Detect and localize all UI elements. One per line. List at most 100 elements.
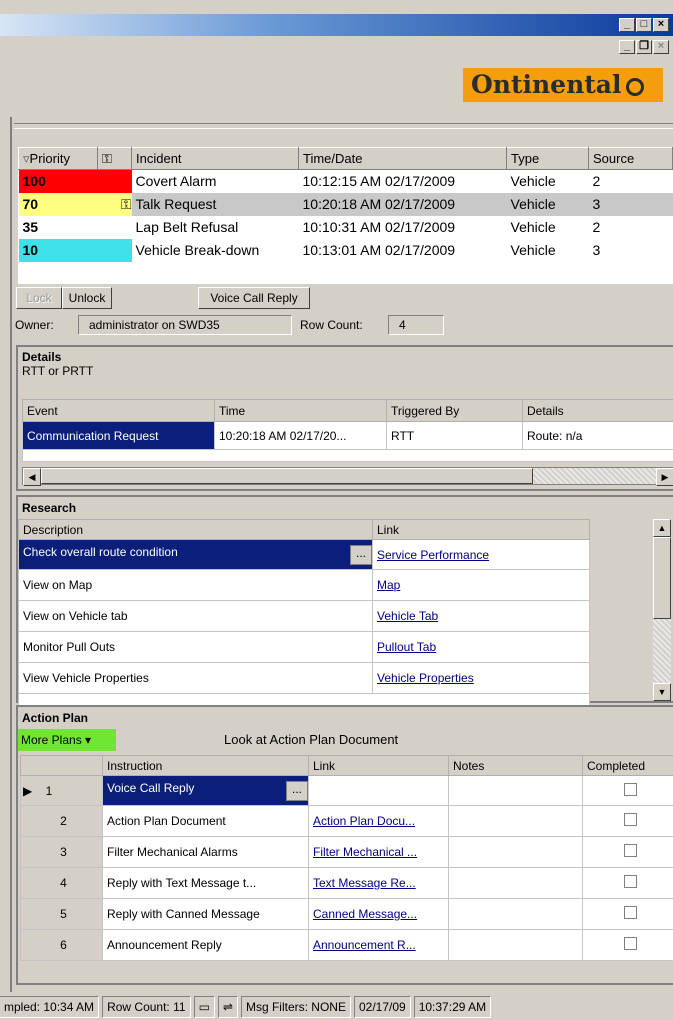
table-row[interactable]: 4 Reply with Text Message t... Text Mess… (20, 867, 673, 899)
empty-area (22, 449, 673, 462)
bus-icon: ▭ (193, 996, 215, 1018)
completed-checkbox[interactable] (624, 875, 637, 888)
splitter[interactable] (14, 123, 673, 129)
link-cell[interactable]: Text Message Re... (308, 867, 449, 899)
completed-checkbox[interactable] (624, 782, 637, 796)
time-cell: 10:12:15 AM 02/17/2009 (302, 173, 456, 190)
status-bar: mpled: 10:34 AM Row Count: 11 ▭ ⇌ Msg Fi… (0, 996, 673, 1020)
notes-cell[interactable] (448, 929, 583, 961)
key-icon: ⚿ (102, 150, 112, 166)
table-row[interactable]: 6 Announcement Reply Announcement R... (20, 929, 673, 961)
table-row[interactable]: ▶ 1 Voice Call Reply... (20, 775, 673, 806)
table-row[interactable]: 3 Filter Mechanical Alarms Filter Mechan… (20, 836, 673, 868)
lock-button[interactable]: Lock (16, 287, 62, 309)
col-notes[interactable]: Notes (448, 755, 583, 776)
scroll-right-icon[interactable]: ▶ (656, 468, 673, 486)
link-cell[interactable] (308, 775, 449, 806)
col-description[interactable]: Description (18, 519, 373, 540)
row-count-label: Row Count: (300, 318, 363, 332)
status-time: 10:37:29 AM (413, 996, 492, 1018)
table-row[interactable]: View Vehicle Properties Vehicle Properti… (18, 662, 590, 694)
table-row[interactable]: Check overall route condition... Service… (18, 539, 590, 570)
table-row[interactable]: 70 ⚿ Talk Request 10:20:18 AM 02/17/2009… (18, 192, 673, 216)
col-time[interactable]: Time (214, 399, 387, 422)
notes-cell[interactable] (448, 836, 583, 868)
time-cell: 10:20:18 AM 02/17/2009 (298, 192, 507, 216)
scroll-down-icon[interactable]: ▼ (653, 683, 671, 701)
col-triggered-by[interactable]: Triggered By (386, 399, 523, 422)
status-row-count: Row Count: 11 (102, 996, 191, 1018)
link-cell[interactable]: Action Plan Docu... (308, 805, 449, 837)
key-icon: ⚿ (97, 192, 132, 216)
vertical-scrollbar[interactable]: ▲ ▼ (653, 519, 671, 701)
maximize-button[interactable]: □ (636, 18, 652, 32)
link-cell[interactable]: Service Performance (372, 539, 590, 570)
voice-call-reply-button[interactable]: Voice Call Reply (198, 287, 310, 309)
scroll-thumb[interactable] (653, 537, 671, 619)
research-panel: Research Description Link Check overall … (16, 495, 673, 714)
empty-area (19, 262, 673, 284)
triggered-cell: RTT (386, 421, 523, 450)
table-row[interactable]: 35 Lap Belt Refusal 10:10:31 AM 02/17/20… (19, 216, 673, 239)
col-link[interactable]: Link (308, 755, 449, 776)
ellipsis-button[interactable]: ... (350, 544, 372, 565)
unlock-button[interactable]: Unlock (62, 287, 112, 309)
row-number: 5 (20, 898, 103, 930)
source-cell: 2 (592, 219, 601, 235)
completed-checkbox[interactable] (624, 844, 637, 857)
col-completed[interactable]: Completed (582, 755, 673, 776)
mdi-close-button[interactable]: × (653, 40, 669, 54)
table-row[interactable]: 10 Vehicle Break-down 10:13:01 AM 02/17/… (18, 238, 673, 262)
table-row[interactable]: View on Vehicle tab Vehicle Tab (18, 600, 590, 632)
table-row[interactable]: 100 Covert Alarm 10:12:15 AM 02/17/2009 … (18, 169, 673, 193)
table-row[interactable]: Communication Request 10:20:18 AM 02/17/… (22, 421, 673, 450)
table-row[interactable]: View on Map Map (18, 569, 590, 601)
mdi-restore-button[interactable]: ❐ (636, 40, 652, 54)
more-plans-button[interactable]: More Plans ▾ (18, 729, 116, 751)
link-cell[interactable]: Map (372, 569, 590, 601)
link-cell[interactable]: Filter Mechanical ... (308, 836, 449, 868)
link-cell[interactable]: Announcement R... (308, 929, 449, 961)
link-cell[interactable]: Canned Message... (308, 898, 449, 930)
completed-checkbox[interactable] (624, 813, 637, 826)
completed-checkbox[interactable] (624, 937, 637, 950)
incident-cell: Covert Alarm (135, 173, 217, 190)
link-cell[interactable]: Vehicle Tab (372, 600, 590, 632)
link-cell[interactable]: Pullout Tab (372, 631, 590, 663)
event-cell: Communication Request (22, 421, 215, 450)
window-controls: _ □ × (619, 18, 669, 32)
table-row[interactable]: 5 Reply with Canned Message Canned Messa… (20, 898, 673, 930)
col-source[interactable]: Source (588, 147, 673, 170)
col-time[interactable]: Time/Date (298, 147, 507, 170)
col-link[interactable]: Link (372, 519, 590, 540)
col-instruction[interactable]: Instruction (102, 755, 309, 776)
horizontal-scrollbar[interactable]: ◀ ▶ (22, 467, 673, 486)
completed-checkbox[interactable] (624, 906, 637, 919)
scroll-track[interactable] (533, 468, 656, 484)
scroll-thumb[interactable] (41, 468, 533, 484)
table-row[interactable]: Monitor Pull Outs Pullout Tab (18, 631, 590, 663)
mdi-minimize-button[interactable]: _ (619, 40, 635, 54)
source-cell: 2 (592, 173, 601, 190)
notes-cell[interactable] (448, 775, 583, 806)
close-button[interactable]: × (653, 18, 669, 32)
notes-cell[interactable] (448, 898, 583, 930)
notes-cell[interactable] (448, 867, 583, 899)
scroll-left-icon[interactable]: ◀ (23, 468, 41, 486)
description-cell: Check overall route condition... (18, 539, 373, 570)
type-cell: Vehicle (510, 219, 556, 235)
col-type[interactable]: Type (506, 147, 589, 170)
owner-field: administrator on SWD35 (78, 315, 292, 335)
col-details[interactable]: Details (522, 399, 673, 422)
col-key[interactable]: ⚿ (97, 147, 132, 170)
scroll-up-icon[interactable]: ▲ (653, 519, 671, 537)
ellipsis-button[interactable]: ... (286, 780, 308, 801)
link-cell[interactable]: Vehicle Properties (372, 662, 590, 694)
col-priority[interactable]: ▿Priority (18, 147, 98, 170)
table-row[interactable]: 2 Action Plan Document Action Plan Docu.… (20, 805, 673, 837)
horse-icon (625, 77, 644, 96)
notes-cell[interactable] (448, 805, 583, 837)
col-event[interactable]: Event (22, 399, 215, 422)
col-incident[interactable]: Incident (131, 147, 299, 170)
minimize-button[interactable]: _ (619, 18, 635, 32)
